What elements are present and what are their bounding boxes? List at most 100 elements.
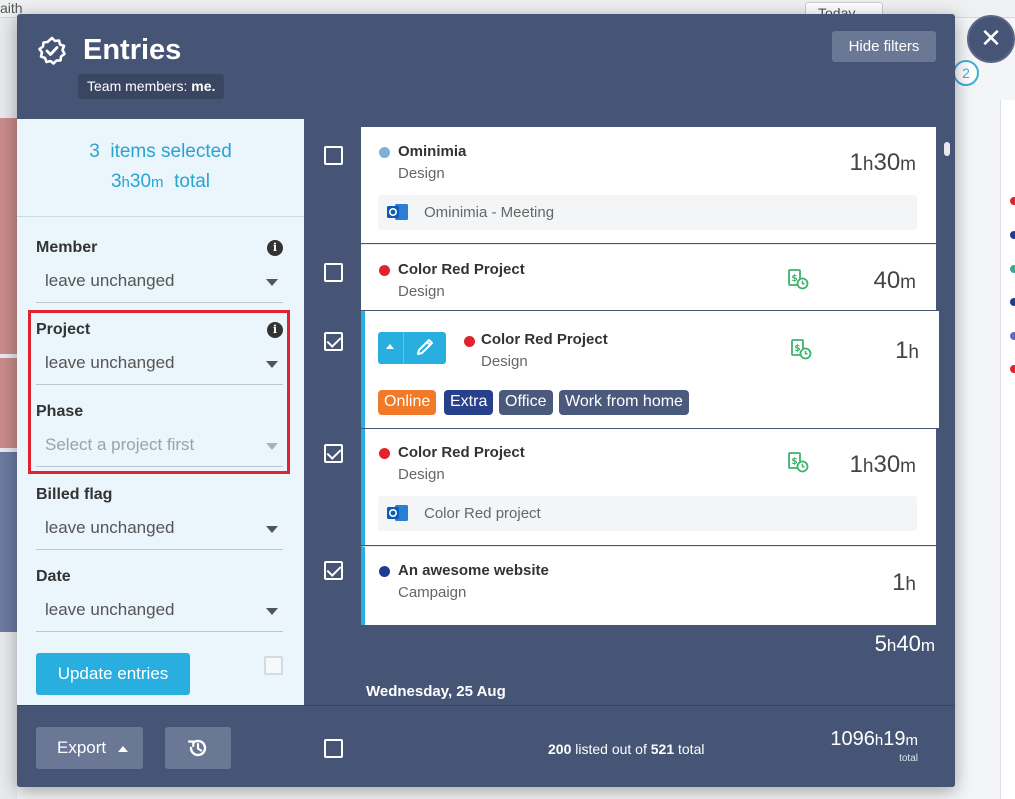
entries-list: Ominimia Design 1h30m Ominimia - Meeting… [304, 119, 955, 705]
entry-checkbox[interactable] [324, 332, 343, 351]
entry-hours: 1 [849, 451, 863, 478]
bulk-edit-panel: 3 items selected 3h30m total Member i le… [17, 119, 304, 705]
history-button[interactable] [165, 727, 231, 769]
selected-count: 3 [89, 141, 100, 162]
team-members-label: Team members: [87, 78, 188, 94]
entry-note: Color Red project [378, 496, 917, 531]
info-icon[interactable]: i [267, 240, 283, 256]
minutes-unit: m [900, 154, 916, 175]
tag-extra: Extra [444, 390, 494, 415]
caret-up-icon [118, 746, 128, 752]
billed-flag-select-value: leave unchanged [45, 518, 175, 537]
scrollbar[interactable] [944, 142, 950, 156]
entry-duration: 1h [895, 337, 919, 365]
listed-total: 521 [650, 741, 675, 757]
entry-hours: 1 [892, 569, 906, 596]
chevron-down-icon [266, 279, 278, 286]
grand-total-minutes: 19 [883, 728, 906, 750]
member-label: Member [36, 239, 98, 256]
grand-total-label: total [899, 753, 918, 764]
tag-online: Online [378, 390, 437, 415]
entry-duration: 1h30m [850, 149, 916, 177]
team-members-value: me. [191, 78, 216, 94]
team-members-chip[interactable]: Team members: me. [78, 74, 225, 99]
grand-total-hours: 1096 [830, 728, 875, 750]
entry-tags: Online Extra Office Work from home [378, 390, 938, 415]
hours-unit: h [862, 456, 874, 477]
chevron-down-icon [266, 526, 278, 533]
billed-flag-select[interactable]: leave unchanged [36, 510, 283, 550]
date-select-value: leave unchanged [45, 600, 175, 619]
close-modal-button[interactable]: ✕ [967, 15, 1015, 63]
day-header: Wednesday, 25 Aug [366, 683, 506, 700]
background-badge: 2 [953, 60, 979, 86]
caret-up-icon[interactable] [378, 332, 404, 364]
pencil-icon[interactable] [414, 338, 436, 358]
modal-footer: Export 200 listed out of 521 total 1096h… [17, 705, 955, 787]
update-checkbox[interactable] [264, 656, 283, 675]
billable-icon: $ [791, 339, 812, 360]
highlight-annotation [28, 310, 290, 474]
member-select[interactable]: leave unchanged [36, 263, 283, 303]
entry-card[interactable]: An awesome website Campaign 1h [361, 546, 936, 625]
tag-office: Office [499, 390, 553, 415]
entry-checkbox[interactable] [324, 263, 343, 282]
selected-total-hours: 3 [110, 171, 122, 192]
entry-project: Color Red Project [398, 444, 525, 461]
entry-card[interactable]: Color Red Project Design $ 1h30m Color R… [361, 429, 936, 545]
entry-checkbox[interactable] [324, 444, 343, 463]
entry-card[interactable]: Color Red Project Design $ 1h Online Ext… [361, 311, 939, 428]
hours-unit: h [886, 636, 897, 655]
select-all-checkbox[interactable] [324, 739, 343, 758]
hours-unit: h [862, 154, 874, 175]
history-icon [187, 739, 207, 757]
entry-task: Campaign [398, 584, 467, 601]
minutes-unit: m [900, 456, 916, 477]
background-card [0, 118, 17, 354]
entry-minutes: 30 [873, 149, 901, 176]
entry-project: An awesome website [398, 562, 549, 579]
entry-minutes: 40 [873, 267, 901, 294]
entry-task: Design [481, 353, 528, 370]
entry-task: Design [398, 466, 445, 483]
selected-total-line: 3h30m total [17, 171, 304, 193]
listed-count: 200 [548, 741, 572, 757]
chevron-down-icon [266, 608, 278, 615]
entry-project: Ominimia [398, 143, 467, 160]
entry-task: Design [398, 165, 445, 182]
member-select-value: leave unchanged [45, 271, 175, 290]
project-color-dot [379, 566, 390, 577]
entry-checkbox[interactable] [324, 561, 343, 580]
entry-checkbox[interactable] [324, 146, 343, 165]
entry-project: Color Red Project [398, 261, 525, 278]
billed-flag-label: Billed flag [36, 486, 113, 503]
entry-note: Ominimia - Meeting [378, 195, 917, 230]
billable-icon: $ [788, 452, 809, 473]
listed-tail: total [678, 741, 705, 757]
entry-note-text: Color Red project [424, 505, 541, 522]
outlook-icon [387, 204, 408, 220]
background-dot [1010, 265, 1015, 273]
day-total-minutes: 40 [896, 631, 921, 656]
entry-actions [378, 332, 446, 364]
project-color-dot [379, 265, 390, 276]
entry-project: Color Red Project [481, 331, 608, 348]
date-label: Date [36, 568, 71, 585]
entry-card[interactable]: Ominimia Design 1h30m Ominimia - Meeting [361, 127, 936, 243]
hours-unit: h [874, 732, 884, 749]
selected-count-label: items selected [110, 141, 232, 162]
background-card [0, 452, 17, 632]
listed-mid: listed out of [575, 741, 647, 757]
update-entries-button[interactable]: Update entries [36, 653, 190, 695]
selected-count-line: 3 items selected [17, 141, 304, 163]
project-color-dot [464, 336, 475, 347]
hide-filters-button[interactable]: Hide filters [832, 31, 936, 62]
background-dot [1010, 332, 1015, 340]
entry-duration: 1h30m [850, 451, 916, 479]
entry-hours: 1 [895, 337, 909, 364]
date-select[interactable]: leave unchanged [36, 592, 283, 632]
export-button[interactable]: Export [36, 727, 143, 769]
minutes-unit: m [920, 636, 935, 655]
entry-card[interactable]: Color Red Project Design $ 40m [361, 244, 936, 310]
selection-summary: 3 items selected 3h30m total [17, 119, 304, 217]
